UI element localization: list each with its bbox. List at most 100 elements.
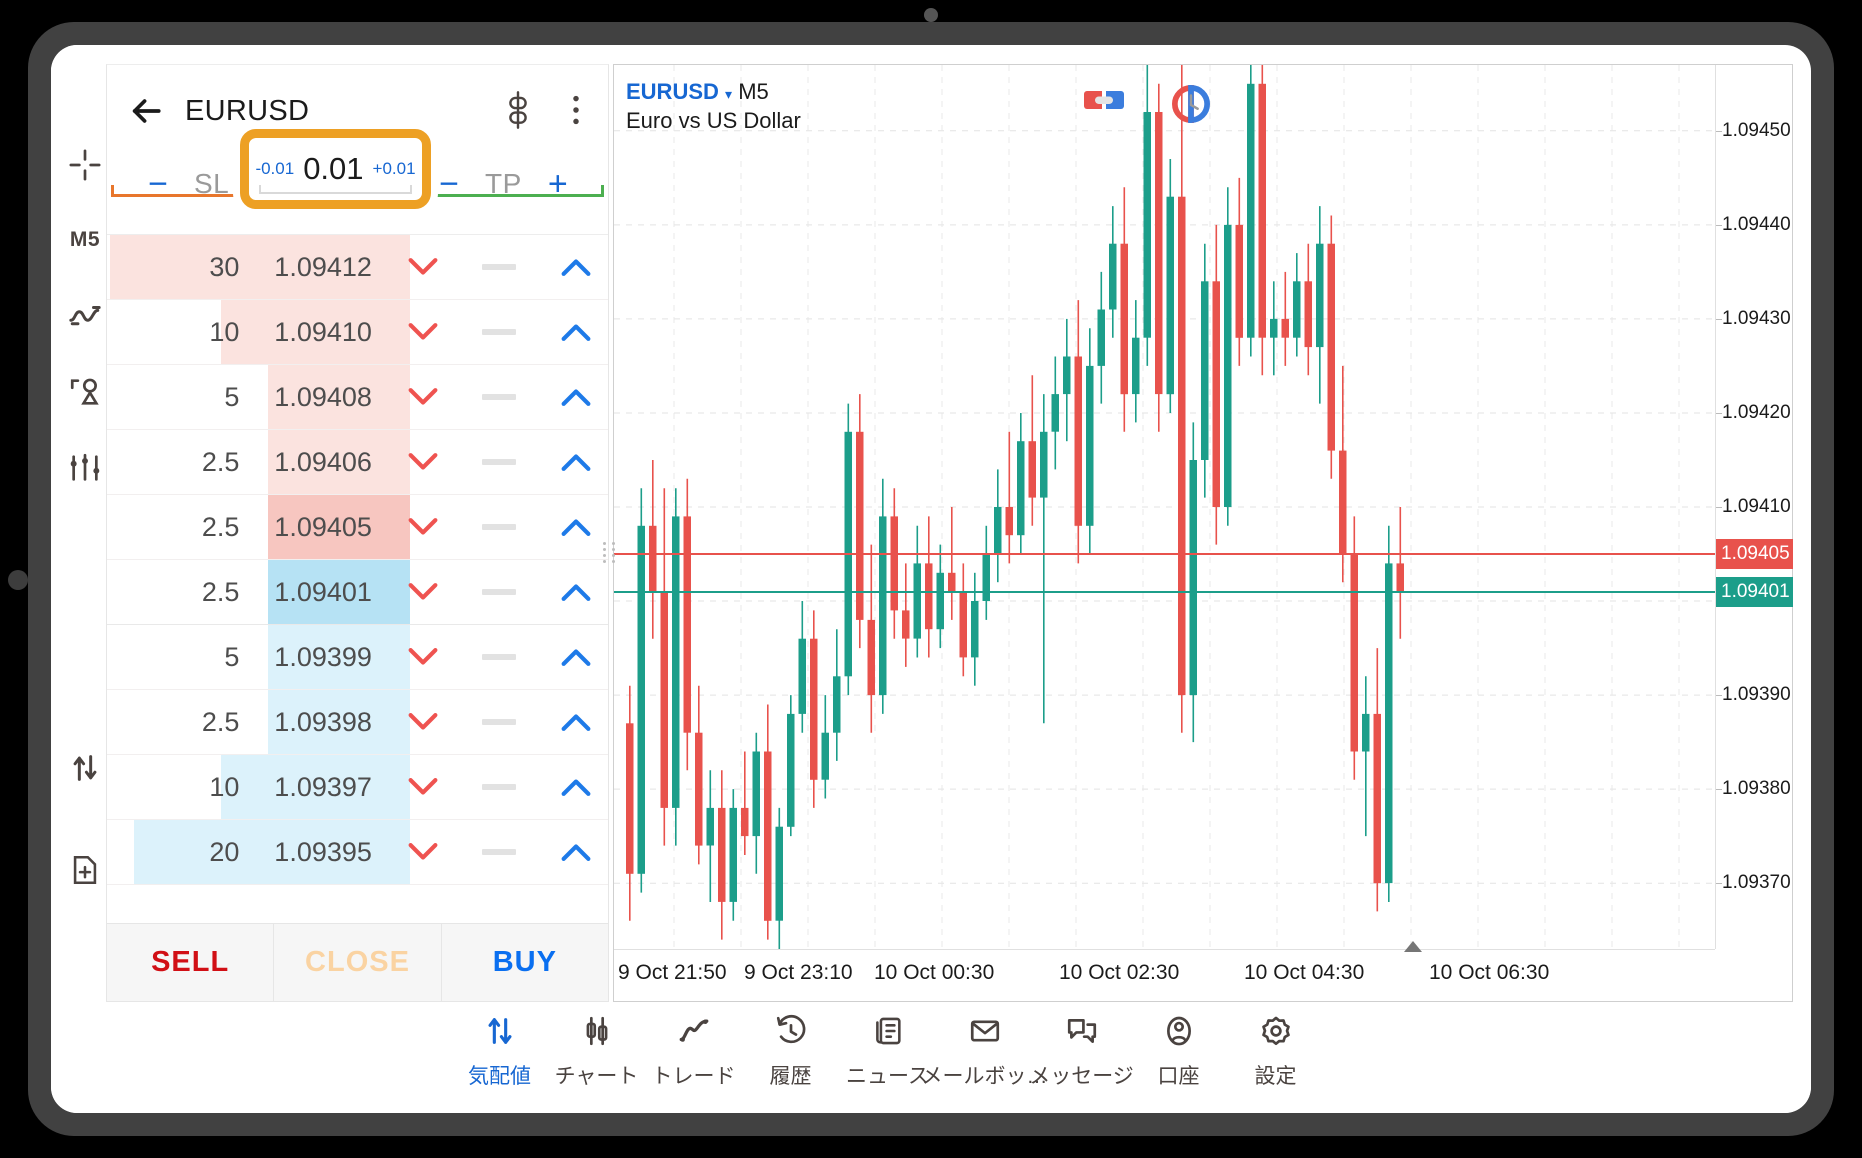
nav-item-mailbox-envelope[interactable]: メールボッ… (936, 1014, 1033, 1090)
axis-tick-mark (1716, 413, 1722, 414)
time-axis-tick: 10 Oct 06:30 (1429, 961, 1549, 985)
price-axis[interactable]: 1.094501.094401.094301.094201.094101.094… (1715, 65, 1792, 949)
order-book-row[interactable]: 201.09395 (107, 820, 608, 885)
order-book-price[interactable]: 1.09410 (255, 317, 390, 348)
back-arrow-icon[interactable] (129, 94, 163, 128)
volume-decrement-button[interactable]: -0.01 (255, 159, 294, 179)
row-flat-icon[interactable] (456, 589, 544, 595)
row-buy-icon[interactable] (543, 646, 608, 668)
row-sell-icon[interactable] (391, 581, 456, 603)
candlestick-series (614, 65, 1715, 949)
volume-stepper-highlight: -0.01 0.01 +0.01 (240, 129, 431, 209)
row-buy-icon[interactable] (543, 776, 608, 798)
order-book-row[interactable]: 51.09408 (107, 365, 608, 430)
nav-item-messages[interactable]: メッセージ (1033, 1014, 1130, 1090)
row-buy-icon[interactable] (543, 516, 608, 538)
chart-symbol-label[interactable]: EURUSD (626, 79, 719, 104)
news-icon (871, 1014, 905, 1053)
nav-item-gear[interactable]: 設定 (1227, 1014, 1324, 1090)
price-axis-tick: 1.09430 (1722, 308, 1791, 330)
volume-stepper[interactable]: -0.01 0.01 +0.01 (249, 138, 422, 200)
time-axis-tick: 9 Oct 21:50 (618, 961, 727, 985)
row-flat-icon[interactable] (456, 654, 544, 660)
row-sell-icon[interactable] (391, 321, 456, 343)
row-flat-icon[interactable] (456, 719, 544, 725)
nav-item-history-clock[interactable]: 履歴 (742, 1014, 839, 1090)
camera-icon (924, 8, 938, 22)
row-sell-icon[interactable] (391, 386, 456, 408)
nav-item-quotes-arrows[interactable]: 気配値 (451, 1014, 548, 1090)
order-book-row[interactable]: 101.09397 (107, 755, 608, 820)
chevron-down-icon[interactable]: ▾ (725, 86, 732, 102)
chart-scroll-marker[interactable] (1404, 941, 1422, 952)
more-vertical-icon[interactable] (562, 94, 590, 131)
page-title: EURUSD (185, 95, 309, 128)
chart-timeframe-label: M5 (738, 79, 769, 104)
row-sell-icon[interactable] (391, 841, 456, 863)
order-book-volume: 10 (107, 317, 255, 348)
axis-tick-mark (1716, 695, 1722, 696)
close-button[interactable]: CLOSE (274, 924, 441, 1001)
order-book-row[interactable]: 2.51.09401 (107, 560, 608, 625)
nav-item-trade-line[interactable]: トレード (645, 1014, 742, 1090)
row-sell-icon[interactable] (391, 516, 456, 538)
row-buy-icon[interactable] (543, 256, 608, 278)
order-book-row[interactable]: 101.09410 (107, 300, 608, 365)
order-book-price[interactable]: 1.09398 (255, 707, 390, 738)
time-axis[interactable]: 9 Oct 21:509 Oct 23:1010 Oct 00:3010 Oct… (614, 949, 1715, 1001)
volume-input[interactable]: 0.01 (303, 151, 363, 187)
row-sell-icon[interactable] (391, 256, 456, 278)
row-flat-icon[interactable] (456, 264, 544, 270)
order-book-price[interactable]: 1.09405 (255, 512, 390, 543)
row-buy-icon[interactable] (543, 321, 608, 343)
price-axis-tick: 1.09440 (1722, 214, 1791, 236)
dom-header-actions (502, 91, 590, 134)
panel-splitter-handle[interactable] (603, 539, 617, 565)
row-buy-icon[interactable] (543, 841, 608, 863)
one-click-trading-icon[interactable] (1084, 85, 1124, 128)
buy-button[interactable]: BUY (442, 924, 608, 1001)
chart-symbol-line: EURUSD ▾ M5 (626, 77, 801, 106)
sell-button[interactable]: SELL (107, 924, 274, 1001)
side-button[interactable] (8, 570, 28, 590)
order-book-row[interactable]: 2.51.09405 (107, 495, 608, 560)
order-book-row[interactable]: 2.51.09398 (107, 690, 608, 755)
order-book-rows: 301.09412101.0941051.094082.51.094062.51… (107, 235, 608, 947)
row-flat-icon[interactable] (456, 394, 544, 400)
row-buy-icon[interactable] (543, 451, 608, 473)
trade-levels-icon[interactable] (1172, 85, 1210, 128)
nav-item-candles[interactable]: チャート (548, 1014, 645, 1090)
order-book-price[interactable]: 1.09408 (255, 382, 390, 413)
row-flat-icon[interactable] (456, 784, 544, 790)
order-book-row[interactable]: 51.09399 (107, 625, 608, 690)
row-flat-icon[interactable] (456, 849, 544, 855)
row-sell-icon[interactable] (391, 451, 456, 473)
row-buy-icon[interactable] (543, 711, 608, 733)
row-buy-icon[interactable] (543, 581, 608, 603)
row-sell-icon[interactable] (391, 646, 456, 668)
chart-plot-area[interactable]: EURUSD ▾ M5 Euro vs US Dollar (614, 65, 1715, 949)
row-flat-icon[interactable] (456, 459, 544, 465)
row-flat-icon[interactable] (456, 524, 544, 530)
order-book-price[interactable]: 1.09412 (255, 252, 390, 283)
row-sell-icon[interactable] (391, 776, 456, 798)
order-book-price[interactable]: 1.09397 (255, 772, 390, 803)
order-book-price[interactable]: 1.09406 (255, 447, 390, 478)
order-book-row[interactable]: 301.09412 (107, 235, 608, 300)
row-flat-icon[interactable] (456, 329, 544, 335)
price-axis-tick: 1.09370 (1722, 872, 1791, 894)
volume-increment-button[interactable]: +0.01 (373, 159, 416, 179)
order-book-price[interactable]: 1.09399 (255, 642, 390, 673)
tp-underline (414, 194, 604, 197)
price-axis-tick: 1.09390 (1722, 684, 1791, 706)
axis-tick-mark (1716, 225, 1722, 226)
nav-item-label: 設定 (1255, 1060, 1297, 1090)
depth-view-icon[interactable] (502, 91, 534, 134)
row-buy-icon[interactable] (543, 386, 608, 408)
nav-item-account-person[interactable]: 口座 (1130, 1014, 1227, 1090)
tablet-frame: M5 (0, 0, 1862, 1158)
order-book-row[interactable]: 2.51.09406 (107, 430, 608, 495)
order-book-price[interactable]: 1.09401 (255, 577, 390, 608)
row-sell-icon[interactable] (391, 711, 456, 733)
order-book-price[interactable]: 1.09395 (255, 837, 390, 868)
